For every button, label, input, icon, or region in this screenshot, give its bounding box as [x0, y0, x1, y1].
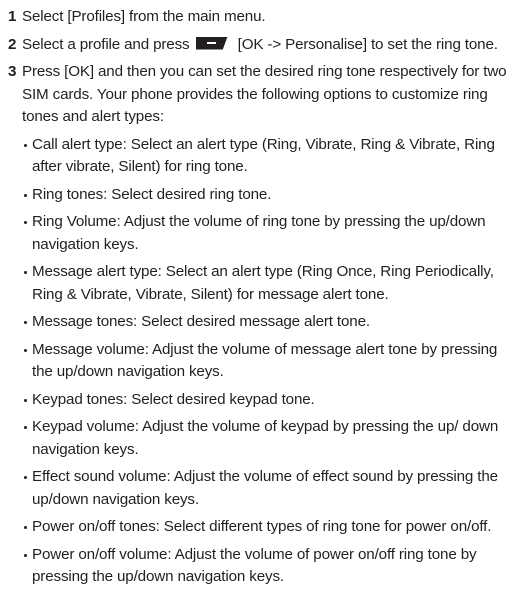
step-number: 2: [8, 35, 17, 53]
list-item: Message alert type: Select an alert type…: [24, 261, 518, 306]
ring-options-list: Call alert type: Select an alert type (R…: [8, 134, 518, 589]
step-text: Select [Profiles] from the main menu.: [22, 8, 266, 25]
step-3-intro: Press [OK] and then you can set the desi…: [22, 63, 507, 125]
ok-softkey-icon: [195, 36, 228, 50]
list-item: Power on/off tones: Select different typ…: [24, 516, 518, 539]
step-2: 2 Select a profile and press [OK -> Pers…: [8, 34, 518, 57]
step-3: 3 Press [OK] and then you can set the de…: [8, 61, 518, 129]
step-text: Press [OK] and then you can set the desi…: [22, 61, 518, 129]
step-1: 1 Select [Profiles] from the main menu.: [8, 6, 518, 29]
list-item: Ring Volume: Adjust the volume of ring t…: [24, 211, 518, 256]
step-number: 3: [8, 63, 17, 80]
list-item: Effect sound volume: Adjust the volume o…: [24, 466, 518, 511]
list-item: Message tones: Select desired message al…: [24, 311, 518, 334]
step-text-after-key: [OK -> Personalise] to set the ring tone…: [237, 35, 498, 53]
steps-list: 1 Select [Profiles] from the main menu. …: [8, 6, 518, 594]
list-item: Keypad volume: Adjust the volume of keyp…: [24, 416, 518, 461]
list-item: Message volume: Adjust the volume of mes…: [24, 339, 518, 384]
step-text-before-key: Select a profile and press: [22, 35, 190, 53]
list-item: Keypad tones: Select desired keypad tone…: [24, 389, 518, 412]
step-text: Select a profile and press [OK -> Person…: [22, 34, 518, 57]
manual-page: 1 Select [Profiles] from the main menu. …: [0, 0, 526, 585]
list-item: Ring tones: Select desired ring tone.: [24, 184, 518, 207]
list-item: Power on/off volume: Adjust the volume o…: [24, 544, 518, 589]
list-item: Call alert type: Select an alert type (R…: [24, 134, 518, 179]
step-number: 1: [8, 8, 17, 25]
